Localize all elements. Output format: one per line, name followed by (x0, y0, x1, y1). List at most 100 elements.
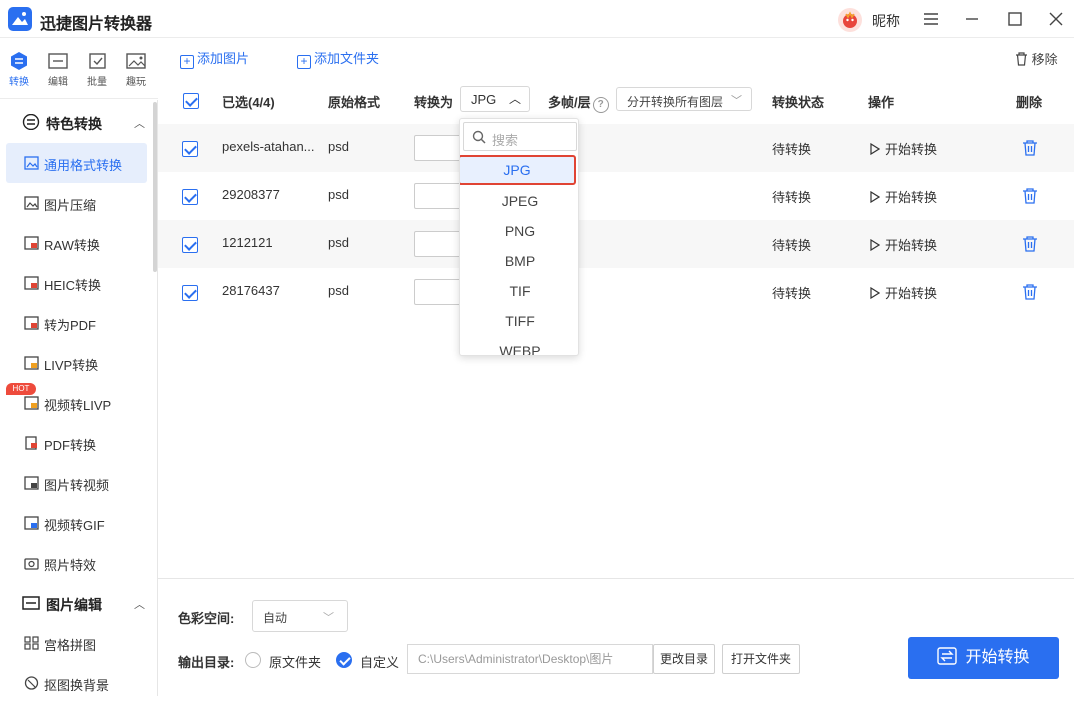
color-space-label: 色彩空间: (178, 611, 235, 626)
row-checkbox[interactable] (182, 237, 198, 253)
start-convert-button[interactable]: 开始转换 (908, 637, 1059, 679)
original-folder-label[interactable]: 原文件夹 (269, 652, 321, 671)
chevron-up-icon: ︿ (134, 118, 145, 130)
format-option-webp[interactable]: WEBP (460, 336, 578, 355)
nickname[interactable]: 昵称 (872, 11, 900, 31)
app-title: 迅捷图片转换器 (40, 16, 153, 33)
sidebar-item-compress[interactable]: 图片压缩 (6, 183, 147, 223)
avatar[interactable] (838, 8, 862, 32)
sidebar-item-pdf-convert[interactable]: PDF转换 (6, 423, 147, 463)
col-multi-frame: 多帧/层? (548, 92, 609, 113)
status-text: 待转换 (772, 190, 812, 205)
row-format-select[interactable] (414, 183, 464, 209)
sidebar-item-image-to-video[interactable]: 图片转视频 (6, 463, 147, 503)
trash-icon[interactable] (1022, 283, 1038, 301)
cutout-icon (24, 676, 39, 690)
trash-icon[interactable] (1022, 187, 1038, 205)
remove-button[interactable]: 移除 (1015, 49, 1058, 68)
image-video-icon (24, 476, 39, 490)
status-text: 待转换 (772, 142, 812, 157)
sidebar-item-livp[interactable]: LIVP转换 (6, 343, 147, 383)
chevron-down-icon: ﹀ (731, 95, 742, 107)
format-option-png[interactable]: PNG (460, 216, 578, 246)
custom-folder-radio[interactable] (336, 652, 352, 668)
row-checkbox[interactable] (182, 141, 198, 157)
hot-badge: HOT (6, 383, 36, 395)
sidebar-item-raw[interactable]: RAW转换 (6, 223, 147, 263)
pdf-convert-icon (25, 436, 37, 450)
sidebar-item-cutout[interactable]: 抠图换背景 (6, 663, 147, 703)
format-option-tif[interactable]: TIF (460, 276, 578, 306)
table-row[interactable]: 29208377 psd 待转换 开始转换 (158, 172, 1074, 220)
tab-batch[interactable]: 批量 (78, 51, 116, 91)
color-space-select[interactable]: 自动 ﹀ (252, 600, 348, 632)
convert-icon (11, 52, 27, 70)
maximize-icon[interactable] (1005, 9, 1025, 29)
sidebar-section-feature-convert[interactable]: 特色转换 ︿ (0, 102, 152, 142)
add-image-button[interactable]: + 添加图片 (180, 48, 249, 69)
help-icon[interactable]: ? (592, 97, 609, 113)
play-icon (870, 286, 881, 300)
app-logo-icon (8, 7, 32, 31)
sidebar-item-heic[interactable]: HEIC转换 (6, 263, 147, 303)
sidebar-item-to-pdf[interactable]: 转为PDF (6, 303, 147, 343)
table-row[interactable]: 28176437 psd 待转换 开始转换 (158, 268, 1074, 316)
tab-edit[interactable]: 编辑 (39, 51, 77, 91)
trash-icon[interactable] (1022, 235, 1038, 253)
sidebar-item-grid-collage[interactable]: 宫格拼图 (6, 623, 147, 663)
close-icon[interactable] (1046, 9, 1066, 29)
trash-icon[interactable] (1022, 139, 1038, 157)
row-checkbox[interactable] (182, 189, 198, 205)
col-delete: 删除 (1016, 95, 1043, 110)
dropdown-search-input[interactable]: 搜索 (463, 122, 577, 151)
file-name: pexels-atahan... (222, 139, 315, 154)
output-dir-label: 输出目录: (178, 655, 235, 670)
col-status: 转换状态 (772, 95, 825, 110)
start-convert-link[interactable]: 开始转换 (870, 139, 937, 158)
sidebar-scrollbar[interactable] (153, 102, 157, 272)
original-folder-radio[interactable] (245, 652, 261, 668)
menu-icon[interactable] (921, 9, 941, 29)
row-checkbox[interactable] (182, 285, 198, 301)
add-folder-button[interactable]: + 添加文件夹 (297, 48, 379, 69)
start-convert-link[interactable]: 开始转换 (870, 187, 937, 206)
row-format-select[interactable] (414, 279, 464, 305)
row-format-select[interactable] (414, 135, 464, 161)
file-name: 1212121 (222, 235, 273, 250)
format-option-jpg[interactable]: JPG (460, 155, 576, 185)
convert-section-icon (22, 114, 40, 130)
tab-convert[interactable]: 转换 (0, 51, 38, 91)
start-convert-link[interactable]: 开始转换 (870, 235, 937, 254)
file-format: psd (328, 283, 349, 298)
grid-icon (24, 636, 39, 650)
minimize-icon[interactable] (962, 9, 982, 29)
sidebar-section-image-edit[interactable]: 图片编辑 ︿ (0, 583, 152, 623)
layer-option-select[interactable]: 分开转换所有图层 ﹀ (616, 87, 752, 111)
format-option-jpeg[interactable]: JPEG (460, 186, 578, 216)
sidebar-item-general-convert[interactable]: 通用格式转换 (6, 143, 147, 183)
table-row[interactable]: pexels-atahan... psd 待转换 开始转换 (158, 124, 1074, 172)
status-text: 待转换 (772, 238, 812, 253)
open-folder-button[interactable]: 打开文件夹 (722, 644, 800, 674)
file-format: psd (328, 139, 349, 154)
row-format-select[interactable] (414, 231, 464, 257)
change-dir-button[interactable]: 更改目录 (653, 644, 715, 674)
format-option-bmp[interactable]: BMP (460, 246, 578, 276)
col-action: 操作 (868, 95, 895, 110)
output-path-field[interactable]: C:\Users\Administrator\Desktop\图片 (407, 644, 653, 674)
bottom-panel: 色彩空间: 自动 ﹀ 输出目录: 原文件夹 自定义 C:\Users\Admin… (158, 578, 1074, 696)
format-dropdown: 搜索 JPG JPEG PNG BMP TIF TIFF WEBP (459, 118, 579, 356)
table-row[interactable]: 1212121 psd 待转换 开始转换 (158, 220, 1074, 268)
convert-format-select[interactable]: JPG ︿ (460, 86, 530, 112)
trash-icon (1016, 52, 1027, 66)
sidebar-item-photo-effects[interactable]: 照片特效 (6, 543, 147, 583)
select-all-checkbox[interactable] (183, 93, 199, 109)
pdf-icon (24, 316, 39, 330)
tab-fun[interactable]: 趣玩 (117, 51, 155, 91)
file-format: psd (328, 187, 349, 202)
start-convert-link[interactable]: 开始转换 (870, 283, 937, 302)
format-option-tiff[interactable]: TIFF (460, 306, 578, 336)
sidebar-item-video-to-gif[interactable]: 视频转GIF (6, 503, 147, 543)
custom-folder-label[interactable]: 自定义 (360, 652, 399, 671)
edit-icon (48, 53, 68, 69)
